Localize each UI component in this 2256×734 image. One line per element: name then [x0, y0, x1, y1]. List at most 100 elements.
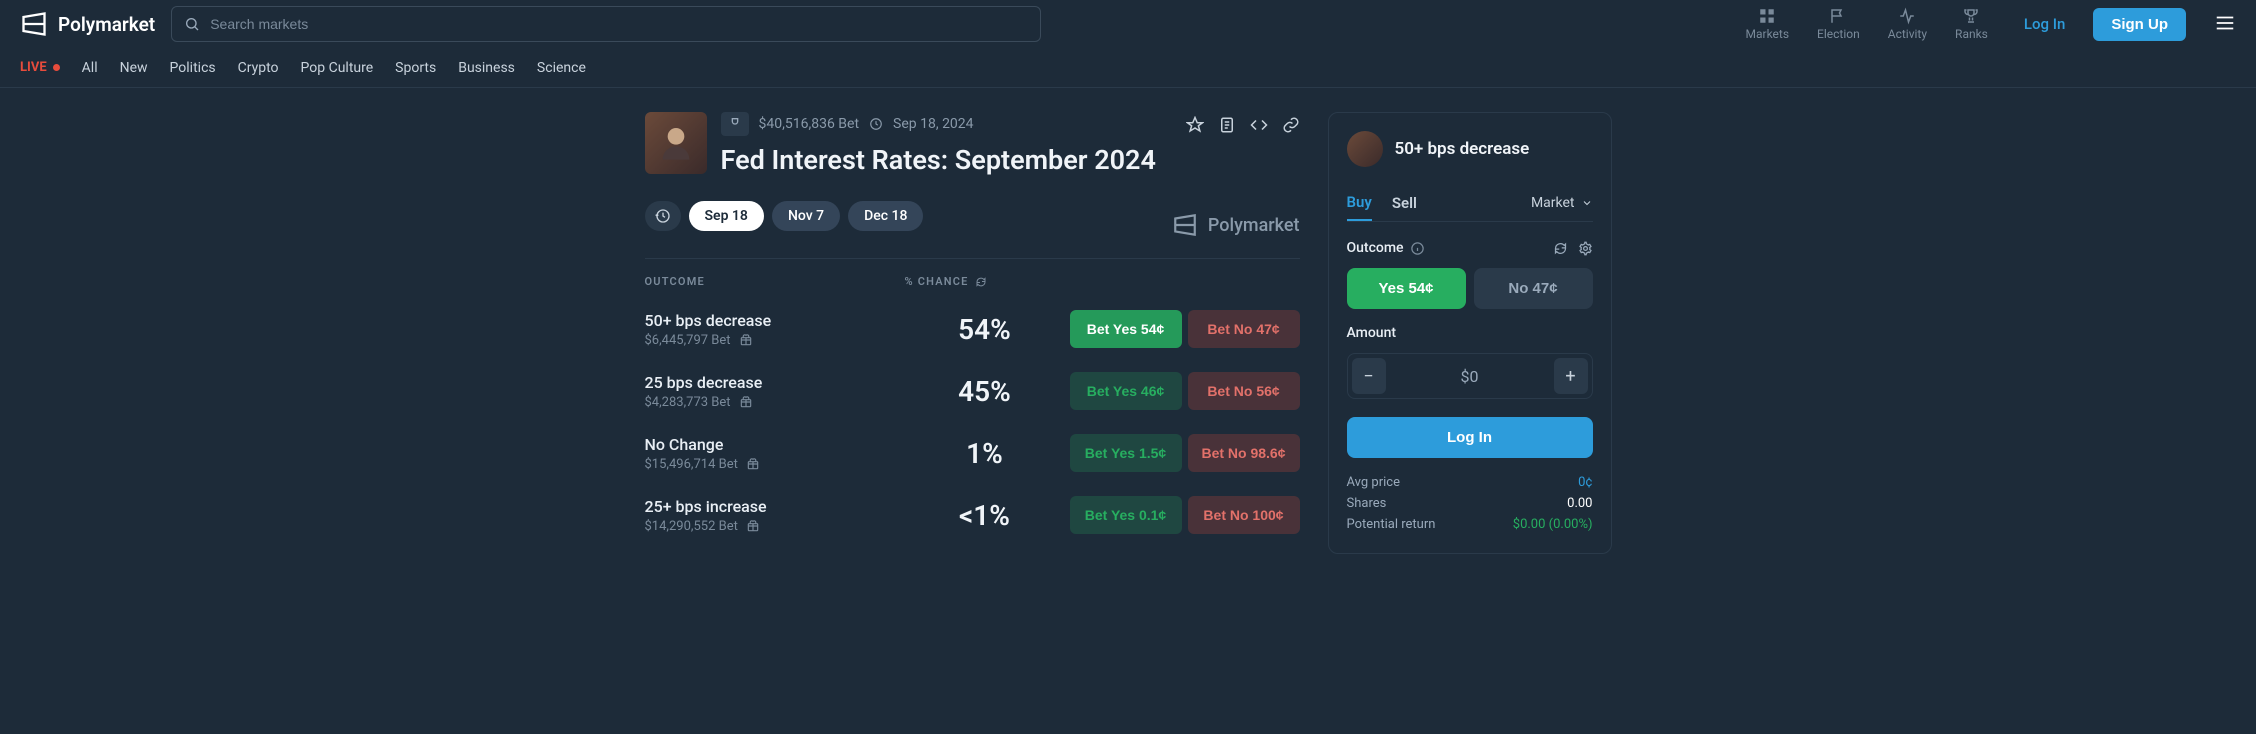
summary-avg: Avg price 0¢ — [1347, 472, 1593, 493]
live-indicator[interactable]: LIVE — [20, 60, 60, 75]
doc-button[interactable] — [1218, 116, 1236, 134]
cat-business[interactable]: Business — [458, 60, 515, 76]
outcome-row: 50+ bps decrease $6,445,797 Bet 54% Bet … — [645, 298, 1300, 360]
trophy-icon — [727, 116, 743, 132]
outcome-row: 25+ bps increase $14,290,552 Bet <1% Bet… — [645, 484, 1300, 546]
order-panel: 50+ bps decrease Buy Sell Market Outcome — [1328, 112, 1612, 554]
bet-yes-button[interactable]: Bet Yes 54¢ — [1070, 310, 1182, 348]
polymarket-logo-icon — [1172, 212, 1198, 238]
trophy-badge[interactable] — [721, 112, 749, 136]
tab-sep18[interactable]: Sep 18 — [689, 201, 764, 231]
refresh-icon[interactable] — [975, 276, 987, 288]
nav-activity[interactable]: Activity — [1888, 7, 1927, 41]
brand-watermark: Polymarket — [1172, 212, 1300, 238]
outcome-header: OUTCOME % CHANCE — [645, 258, 1300, 298]
cat-new[interactable]: New — [120, 60, 148, 76]
yes-button[interactable]: Yes 54¢ — [1347, 268, 1466, 309]
tab-buy[interactable]: Buy — [1347, 185, 1372, 221]
search-icon — [184, 16, 200, 32]
tab-nov7[interactable]: Nov 7 — [772, 201, 840, 231]
cat-science[interactable]: Science — [537, 60, 586, 76]
amount-increase[interactable]: + — [1554, 358, 1588, 394]
market-image — [645, 112, 707, 174]
cat-politics[interactable]: Politics — [170, 60, 216, 76]
panel-image — [1347, 131, 1383, 167]
market-meta: $40,516,836 Bet Sep 18, 2024 — [721, 112, 1172, 136]
panel-login-button[interactable]: Log In — [1347, 417, 1593, 458]
nav-ranks[interactable]: Ranks — [1955, 7, 1988, 41]
order-type-dropdown[interactable]: Market — [1531, 195, 1593, 211]
summary-return: Potential return $0.00 (0.00%) — [1347, 514, 1593, 535]
gift-icon[interactable] — [739, 333, 753, 347]
signup-button[interactable]: Sign Up — [2093, 8, 2186, 41]
side-column: 50+ bps decrease Buy Sell Market Outcome — [1328, 112, 1612, 554]
code-icon — [1250, 116, 1268, 134]
summary-shares-label: Shares — [1347, 496, 1387, 511]
link-icon — [1282, 116, 1300, 134]
cat-all[interactable]: All — [82, 60, 98, 76]
main-column: $40,516,836 Bet Sep 18, 2024 Fed Interes… — [645, 112, 1300, 554]
bet-yes-button[interactable]: Bet Yes 0.1¢ — [1070, 496, 1182, 534]
nav-election-label: Election — [1817, 27, 1860, 41]
outcome-sub: $14,290,552 Bet — [645, 519, 905, 534]
clock-icon — [869, 117, 883, 131]
cat-popculture[interactable]: Pop Culture — [301, 60, 374, 76]
info-icon[interactable] — [1410, 241, 1425, 256]
tab-sell[interactable]: Sell — [1392, 186, 1417, 220]
nav-markets-label: Markets — [1746, 27, 1790, 41]
gift-icon[interactable] — [739, 395, 753, 409]
yes-no-row: Yes 54¢ No 47¢ — [1347, 268, 1593, 309]
logo[interactable]: Polymarket — [20, 10, 155, 38]
bet-yes-button[interactable]: Bet Yes 46¢ — [1070, 372, 1182, 410]
search-input[interactable] — [210, 16, 1028, 32]
outcome-chance: 1% — [905, 437, 1065, 470]
login-link[interactable]: Log In — [2024, 15, 2065, 33]
nav-markets[interactable]: Markets — [1746, 7, 1790, 41]
star-button[interactable] — [1186, 116, 1204, 134]
topbar: Polymarket Markets Election Activity Ran… — [0, 0, 2256, 48]
gift-icon[interactable] — [746, 519, 760, 533]
amount-label: Amount — [1347, 325, 1397, 341]
amount-decrease[interactable]: − — [1352, 358, 1386, 394]
star-icon — [1186, 116, 1204, 134]
gift-icon[interactable] — [746, 457, 760, 471]
summary-shares-value: 0.00 — [1567, 496, 1592, 511]
bet-no-button[interactable]: Bet No 98.6¢ — [1188, 434, 1300, 472]
outcome-name: 50+ bps decrease — [645, 311, 905, 330]
chevron-down-icon — [1581, 197, 1593, 209]
bet-no-button[interactable]: Bet No 56¢ — [1188, 372, 1300, 410]
cat-sports[interactable]: Sports — [395, 60, 436, 76]
tab-dec18[interactable]: Dec 18 — [848, 201, 923, 231]
outcome-chance: <1% — [905, 499, 1065, 532]
grid-icon — [1758, 7, 1776, 25]
market-title: Fed Interest Rates: September 2024 — [721, 144, 1172, 176]
menu-icon — [2214, 12, 2236, 34]
history-tab[interactable] — [645, 201, 681, 231]
nav-election[interactable]: Election — [1817, 7, 1860, 41]
search-container[interactable] — [171, 6, 1041, 42]
bet-yes-button[interactable]: Bet Yes 1.5¢ — [1070, 434, 1182, 472]
cat-crypto[interactable]: Crypto — [238, 60, 279, 76]
bet-no-button[interactable]: Bet No 47¢ — [1188, 310, 1300, 348]
summary-return-value: $0.00 (0.00%) — [1513, 517, 1593, 532]
live-dot-icon — [53, 64, 60, 71]
panel-title: 50+ bps decrease — [1395, 139, 1530, 159]
brand-watermark-label: Polymarket — [1208, 215, 1300, 236]
amount-value[interactable]: $0 — [1390, 367, 1550, 386]
outcome-sub: $15,496,714 Bet — [645, 457, 905, 472]
embed-button[interactable] — [1250, 116, 1268, 134]
bet-no-button[interactable]: Bet No 100¢ — [1188, 496, 1300, 534]
link-button[interactable] — [1282, 116, 1300, 134]
no-button[interactable]: No 47¢ — [1474, 268, 1593, 309]
nav-activity-label: Activity — [1888, 27, 1927, 41]
menu-button[interactable] — [2214, 12, 2236, 37]
outcome-row: No Change $15,496,714 Bet 1% Bet Yes 1.5… — [645, 422, 1300, 484]
summary-return-label: Potential return — [1347, 517, 1436, 532]
trophy-icon — [1962, 7, 1980, 25]
outcome-label: Outcome — [1347, 240, 1404, 256]
refresh-icon[interactable] — [1553, 241, 1568, 256]
gear-icon[interactable] — [1578, 241, 1593, 256]
summary-avg-label: Avg price — [1347, 475, 1400, 490]
header-chance: % CHANCE — [905, 275, 1065, 288]
summary-avg-value: 0¢ — [1578, 475, 1592, 490]
